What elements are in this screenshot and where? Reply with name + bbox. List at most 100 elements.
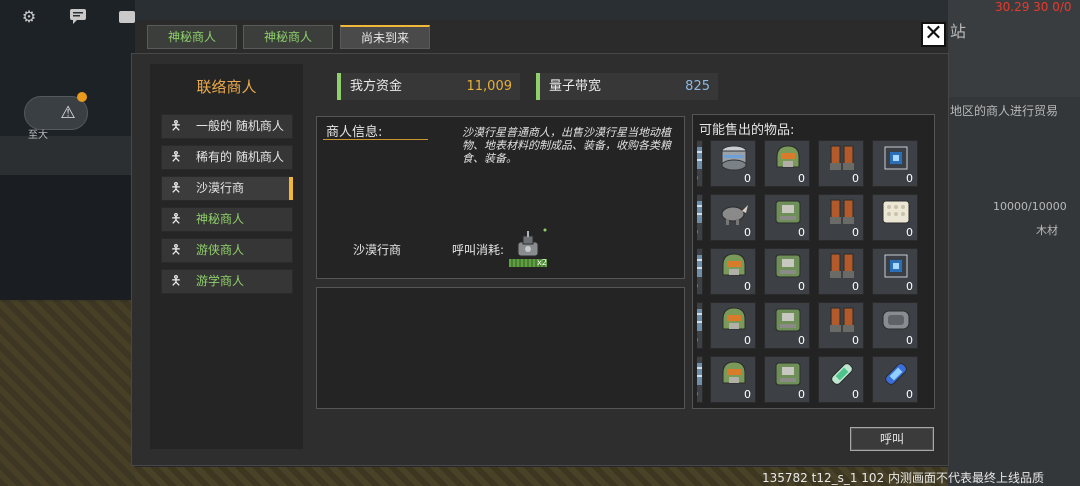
- goods-slot[interactable]: 0: [764, 194, 810, 241]
- goods-slot[interactable]: 0: [764, 356, 810, 403]
- background-right-text: 地区的商人进行贸易: [950, 104, 1059, 118]
- chest-item-icon: [772, 305, 804, 335]
- goods-count: 0: [906, 388, 913, 401]
- goods-slot[interactable]: 0: [818, 248, 864, 295]
- call-button[interactable]: 呼叫: [850, 427, 934, 451]
- goods-slot[interactable]: 0: [764, 140, 810, 187]
- merchant-item-scholar[interactable]: 🯅 游学商人: [161, 269, 293, 294]
- background-scene-left: [0, 0, 135, 486]
- bandwidth-bar: 量子带宽 825: [536, 73, 718, 100]
- gear-icon[interactable]: ⚙: [19, 8, 39, 26]
- close-button[interactable]: ✕: [921, 22, 946, 47]
- goods-count: 0: [697, 280, 698, 293]
- goods-slot[interactable]: 0: [710, 302, 756, 349]
- tab-mysterious-merchant-1[interactable]: 神秘商人: [147, 25, 237, 49]
- merchant-item-label: 游学商人: [196, 274, 245, 288]
- person-icon: 🯅: [170, 212, 182, 227]
- goods-count: 0: [744, 334, 751, 347]
- goods-count: 0: [744, 388, 751, 401]
- helmet-item-icon: [718, 251, 750, 281]
- merchant-item-label: 沙漠行商: [196, 181, 245, 195]
- chat-icon[interactable]: [68, 8, 88, 26]
- drum-item-icon: [718, 143, 750, 173]
- goods-count: 0: [697, 226, 698, 239]
- chest-item-icon: [772, 197, 804, 227]
- contact-merchant-title: 联络商人: [196, 78, 257, 96]
- background-top-strip: [135, 0, 948, 22]
- goods-slot[interactable]: 0: [764, 302, 810, 349]
- bandwidth-label: 量子带宽: [549, 79, 602, 94]
- merchant-item-label: 神秘商人: [196, 212, 245, 226]
- goods-slot[interactable]: 0: [697, 194, 703, 241]
- merchant-item-label: 游侠商人: [196, 243, 245, 257]
- funds-label: 我方资金: [350, 79, 403, 94]
- person-icon: 🯅: [170, 243, 182, 258]
- goods-slot[interactable]: 0: [872, 302, 918, 349]
- merchant-item-ranger[interactable]: 🯅 游侠商人: [161, 238, 293, 263]
- merchant-detail-panel: [316, 287, 685, 409]
- goods-count: 0: [798, 226, 805, 239]
- goods-count: 0: [744, 280, 751, 293]
- chip-item-icon: [880, 143, 912, 173]
- goods-slot[interactable]: 0: [710, 248, 756, 295]
- background-right-stat: 10000/10000: [993, 200, 1067, 213]
- call-cost-quantity: x2: [509, 259, 547, 267]
- goods-slot[interactable]: 0: [710, 356, 756, 403]
- bandwidth-value: 825: [685, 79, 710, 94]
- tab-mysterious-merchant-2[interactable]: 神秘商人: [243, 25, 333, 49]
- goods-count: 0: [852, 334, 859, 347]
- funds-bar: 我方资金 11,009: [337, 73, 520, 100]
- goods-slot[interactable]: 0: [710, 194, 756, 241]
- goods-count: 0: [852, 172, 859, 185]
- goods-count: 0: [744, 226, 751, 239]
- merchant-tab-bar: 神秘商人 神秘商人 尚未到来: [135, 20, 948, 53]
- goods-slot[interactable]: 0: [872, 194, 918, 241]
- goods-slot[interactable]: 0: [818, 194, 864, 241]
- foam-item-icon: [880, 197, 912, 227]
- merchant-name: 沙漠行商: [353, 243, 402, 257]
- warning-icon: ⚠: [60, 103, 76, 123]
- goods-grid: 0 0 0 0 0 0 0 0 0 0 0 0 0 0 0 0 0 0 0 0 0 0 0 0 0: [697, 140, 930, 405]
- goods-count: 0: [906, 334, 913, 347]
- goods-count: 0: [852, 280, 859, 293]
- helmet-item-icon: [772, 143, 804, 173]
- goods-slot[interactable]: 0: [818, 356, 864, 403]
- goods-slot[interactable]: 0: [872, 248, 918, 295]
- build-version-tag: 135782 t12_s_1 102 内测画面不代表最终上线品质: [762, 471, 1045, 485]
- merchant-item-common-random[interactable]: 🯅 一般的 随机商人: [161, 114, 293, 139]
- goods-count: 0: [852, 388, 859, 401]
- background-left-label: 至大: [28, 130, 48, 141]
- helmet-item-icon: [718, 359, 750, 389]
- goods-slot[interactable]: 0: [710, 140, 756, 187]
- goods-slot[interactable]: 0: [697, 248, 703, 295]
- tab-not-arrived[interactable]: 尚未到来: [340, 25, 430, 49]
- capsule-item-icon: [826, 359, 858, 389]
- goods-count: 0: [697, 334, 698, 347]
- goods-count: 0: [744, 172, 751, 185]
- canister-item-icon: [880, 359, 912, 389]
- goods-slot[interactable]: 0: [818, 140, 864, 187]
- call-cost-label: 呼叫消耗:: [452, 243, 505, 257]
- merchant-item-rare-random[interactable]: 🯅 稀有的 随机商人: [161, 145, 293, 170]
- goods-slot[interactable]: 0: [872, 356, 918, 403]
- background-right-title: 站: [950, 22, 967, 41]
- goods-slot[interactable]: 0: [818, 302, 864, 349]
- goods-slot[interactable]: 0: [697, 302, 703, 349]
- selection-indicator: [289, 177, 293, 200]
- goods-slot[interactable]: 0: [697, 140, 703, 187]
- goods-slot[interactable]: 0: [764, 248, 810, 295]
- gear-item-icon: [880, 305, 912, 335]
- box-icon[interactable]: [117, 8, 137, 26]
- merchant-item-desert-trader[interactable]: 🯅 沙漠行商: [161, 176, 293, 201]
- goods-slot[interactable]: 0: [697, 356, 703, 403]
- helmet-item-icon: [718, 305, 750, 335]
- merchant-item-mysterious[interactable]: 🯅 神秘商人: [161, 207, 293, 232]
- goods-count: 0: [798, 334, 805, 347]
- goods-count: 0: [906, 280, 913, 293]
- rhino-item-icon: [718, 197, 750, 227]
- boots-item-icon: [826, 197, 858, 227]
- background-right-resource: 木材: [1036, 224, 1058, 237]
- notification-dot: [77, 92, 87, 102]
- goods-slot[interactable]: 0: [872, 140, 918, 187]
- goods-count: 0: [798, 388, 805, 401]
